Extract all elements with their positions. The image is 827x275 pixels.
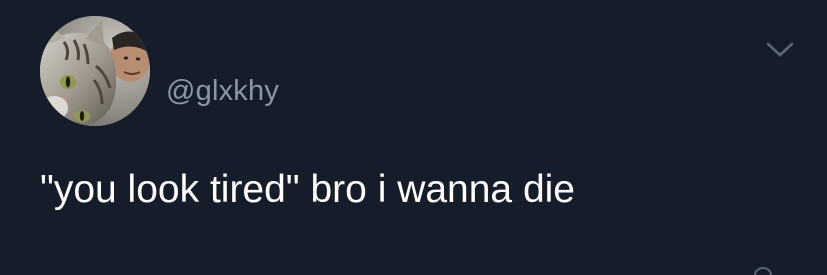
avatar-image xyxy=(40,16,150,126)
tweet-card[interactable]: @glxkhy "you look tired" bro i wanna die xyxy=(0,0,827,275)
chevron-down-icon[interactable] xyxy=(764,38,796,62)
avatar[interactable] xyxy=(40,16,150,126)
reply-icon[interactable] xyxy=(752,262,774,275)
tweet-text: "you look tired" bro i wanna die xyxy=(40,168,575,211)
user-handle[interactable]: @glxkhy xyxy=(166,73,279,109)
